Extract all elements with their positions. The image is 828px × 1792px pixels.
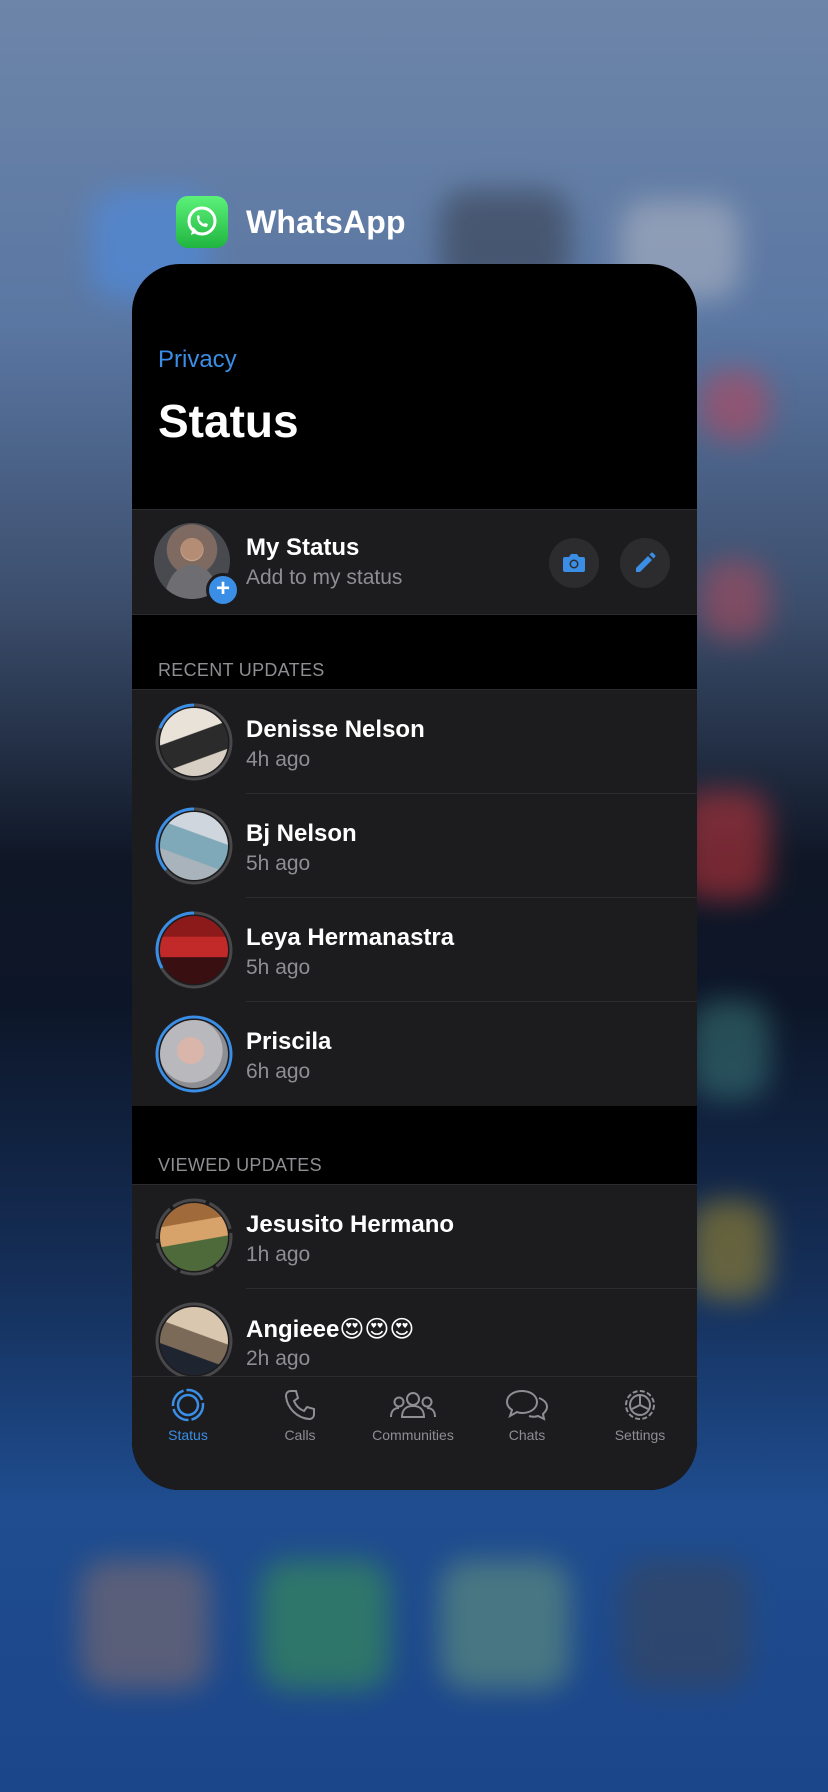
- phone-icon: [284, 1390, 315, 1421]
- status-ring: [154, 910, 234, 990]
- status-ring: [154, 1014, 234, 1094]
- avatar: [160, 708, 228, 776]
- pencil-icon: [636, 552, 656, 572]
- add-status-plus-icon[interactable]: +: [206, 573, 240, 607]
- status-ring: [154, 1301, 234, 1381]
- status-row[interactable]: Denisse Nelson 4h ago: [132, 690, 697, 794]
- tab-calls[interactable]: Calls: [250, 1387, 350, 1443]
- status-time: 4h ago: [246, 748, 311, 771]
- contact-name: Priscila: [246, 1028, 332, 1055]
- tab-communities[interactable]: Communities: [363, 1387, 463, 1443]
- my-status-subtitle: Add to my status: [246, 566, 403, 589]
- app-name: WhatsApp: [246, 203, 406, 240]
- communities-icon: [390, 1392, 436, 1418]
- app-switcher-header: WhatsApp: [176, 196, 406, 248]
- whatsapp-logo-icon: [176, 196, 228, 248]
- status-ring: [154, 702, 234, 782]
- chats-icon: [505, 1389, 549, 1421]
- status-ring: [154, 1197, 234, 1277]
- status-time: 1h ago: [246, 1243, 311, 1266]
- text-status-button[interactable]: [620, 538, 670, 588]
- my-status-row[interactable]: + My Status Add to my status: [132, 509, 697, 615]
- app-window[interactable]: Privacy Status + My Status Add to my sta…: [132, 264, 697, 1490]
- camera-button[interactable]: [549, 538, 599, 588]
- contact-name: Jesusito Hermano: [246, 1211, 455, 1238]
- tab-settings[interactable]: Settings: [590, 1387, 690, 1443]
- contact-name: Bj Nelson: [246, 820, 357, 847]
- avatar: [160, 1020, 228, 1088]
- recent-updates-header: RECENT UPDATES: [158, 660, 325, 680]
- contact-name: Leya Hermanastra: [246, 924, 455, 951]
- tab-status[interactable]: Status: [138, 1387, 238, 1443]
- recent-updates-list: Denisse Nelson 4h ago Bj Nelson 5h ago L…: [132, 689, 697, 1106]
- avatar: [160, 1307, 228, 1375]
- contact-name: Denisse Nelson: [246, 716, 425, 743]
- status-ring: [154, 806, 234, 886]
- back-link-privacy[interactable]: Privacy: [158, 346, 237, 374]
- tab-bar: Status Calls Communities Chats Settings: [132, 1376, 697, 1490]
- viewed-updates-header: VIEWED UPDATES: [158, 1155, 322, 1175]
- avatar: [160, 916, 228, 984]
- camera-icon: [563, 554, 585, 572]
- my-status-name: My Status: [246, 534, 360, 561]
- avatar: [160, 1203, 228, 1271]
- status-row[interactable]: Bj Nelson 5h ago: [132, 794, 697, 898]
- status-time: 2h ago: [246, 1347, 311, 1370]
- status-icon: [171, 1388, 205, 1422]
- status-row[interactable]: Priscila 6h ago: [132, 1002, 697, 1106]
- gear-icon: [625, 1390, 655, 1420]
- avatar: [160, 812, 228, 880]
- status-time: 5h ago: [246, 956, 311, 979]
- status-time: 6h ago: [246, 1060, 311, 1083]
- tab-chats[interactable]: Chats: [477, 1387, 577, 1443]
- viewed-updates-list: Jesusito Hermano 1h ago Angieee😍😍😍 2h ag…: [132, 1184, 697, 1393]
- status-row[interactable]: Jesusito Hermano 1h ago: [132, 1185, 697, 1289]
- contact-name: Angieee😍😍😍: [246, 1316, 415, 1343]
- page-title: Status: [158, 395, 299, 447]
- status-row[interactable]: Leya Hermanastra 5h ago: [132, 898, 697, 1002]
- status-time: 5h ago: [246, 852, 311, 875]
